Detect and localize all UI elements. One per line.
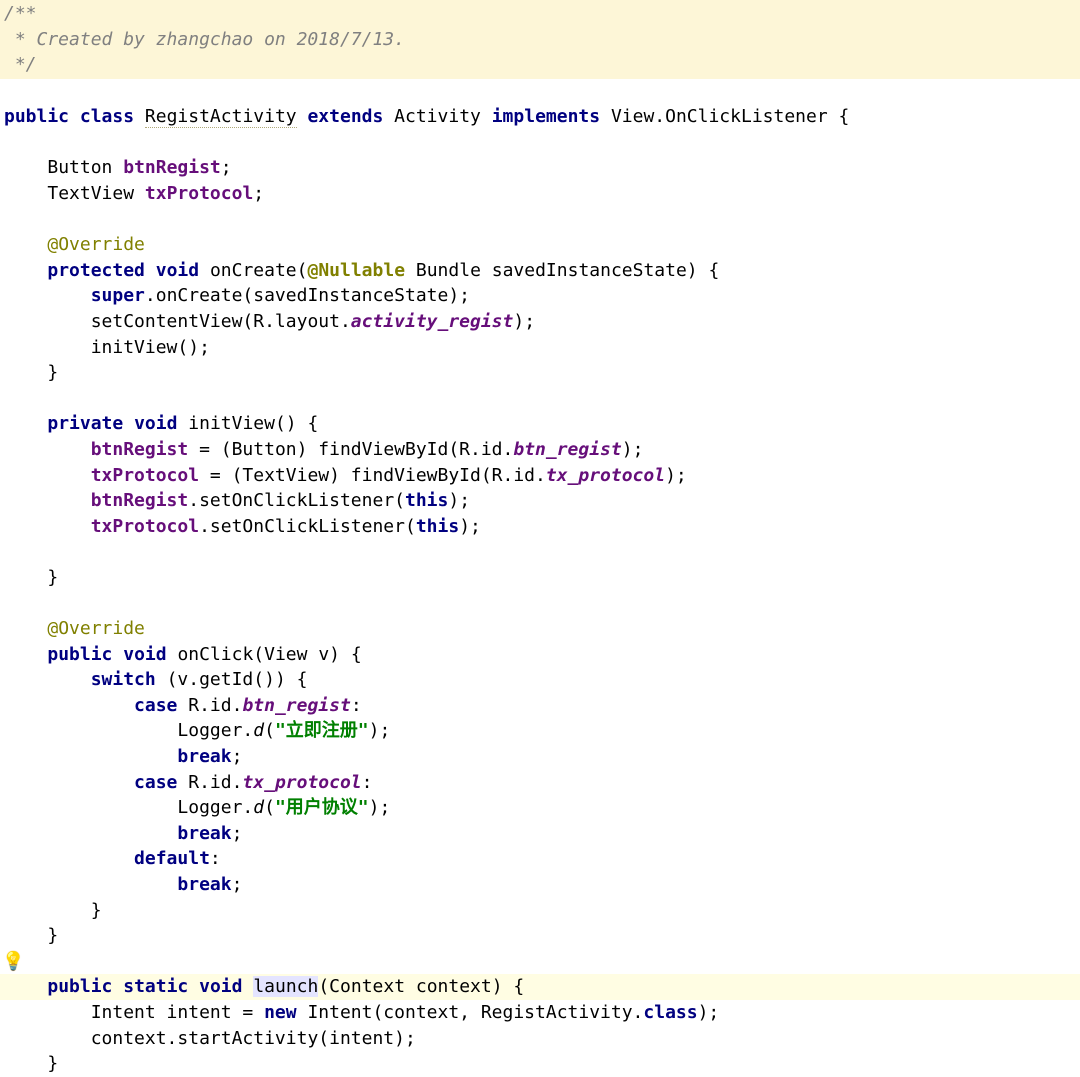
doc-comment: /** * Created by zhangchao on 2018/7/13.… bbox=[0, 0, 1080, 79]
onCreate-close: } bbox=[0, 360, 1080, 386]
annotation-override: @Override bbox=[0, 232, 1080, 258]
initView-btn: btnRegist = (Button) findViewById(R.id.b… bbox=[0, 437, 1080, 463]
blank-line: 💡 bbox=[0, 949, 1080, 975]
annotation-override: @Override bbox=[0, 616, 1080, 642]
comment-line-2: * Created by zhangchao on 2018/7/13. bbox=[4, 29, 405, 50]
launch-sig: public static void launch(Context contex… bbox=[0, 974, 1080, 1000]
onCreate-sig: protected void onCreate(@Nullable Bundle… bbox=[0, 258, 1080, 284]
case-btn: case R.id.btn_regist: bbox=[0, 693, 1080, 719]
blank-line bbox=[0, 386, 1080, 412]
initView-btn-listener: btnRegist.setOnClickListener(this); bbox=[0, 488, 1080, 514]
comment-line-3: */ bbox=[4, 54, 37, 75]
case-tx: case R.id.tx_protocol: bbox=[0, 770, 1080, 796]
blank-line bbox=[0, 79, 1080, 105]
onCreate-initview: initView(); bbox=[0, 335, 1080, 361]
onCreate-setContent: setContentView(R.layout.activity_regist)… bbox=[0, 309, 1080, 335]
default-break: break; bbox=[0, 872, 1080, 898]
onCreate-super: super.onCreate(savedInstanceState); bbox=[0, 283, 1080, 309]
case-tx-break: break; bbox=[0, 821, 1080, 847]
launch-start: context.startActivity(intent); bbox=[0, 1026, 1080, 1052]
code-editor[interactable]: /** * Created by zhangchao on 2018/7/13.… bbox=[0, 0, 1080, 1077]
blank-line bbox=[0, 539, 1080, 565]
selection: launch bbox=[253, 976, 318, 997]
case-btn-break: break; bbox=[0, 744, 1080, 770]
blank-line bbox=[0, 591, 1080, 617]
initView-tx: txProtocol = (TextView) findViewById(R.i… bbox=[0, 463, 1080, 489]
lightbulb-icon[interactable]: 💡 bbox=[2, 949, 24, 975]
blank-line bbox=[0, 130, 1080, 156]
field-btn: Button btnRegist; bbox=[0, 155, 1080, 181]
initView-tx-listener: txProtocol.setOnClickListener(this); bbox=[0, 514, 1080, 540]
launch-intent: Intent intent = new Intent(context, Regi… bbox=[0, 1000, 1080, 1026]
onClick-sig: public void onClick(View v) { bbox=[0, 642, 1080, 668]
switch-close: } bbox=[0, 898, 1080, 924]
case-btn-logger: Logger.d("立即注册"); bbox=[0, 718, 1080, 744]
onClick-switch: switch (v.getId()) { bbox=[0, 667, 1080, 693]
case-tx-logger: Logger.d("用户协议"); bbox=[0, 795, 1080, 821]
field-txt: TextView txProtocol; bbox=[0, 181, 1080, 207]
launch-close: } bbox=[0, 1051, 1080, 1077]
class-name: RegistActivity bbox=[145, 106, 297, 128]
initView-sig: private void initView() { bbox=[0, 411, 1080, 437]
class-declaration: public class RegistActivity extends Acti… bbox=[0, 104, 1080, 130]
onClick-close: } bbox=[0, 923, 1080, 949]
comment-line-1: /** bbox=[4, 3, 37, 24]
blank-line bbox=[0, 207, 1080, 233]
initView-close: } bbox=[0, 565, 1080, 591]
default-case: default: bbox=[0, 846, 1080, 872]
